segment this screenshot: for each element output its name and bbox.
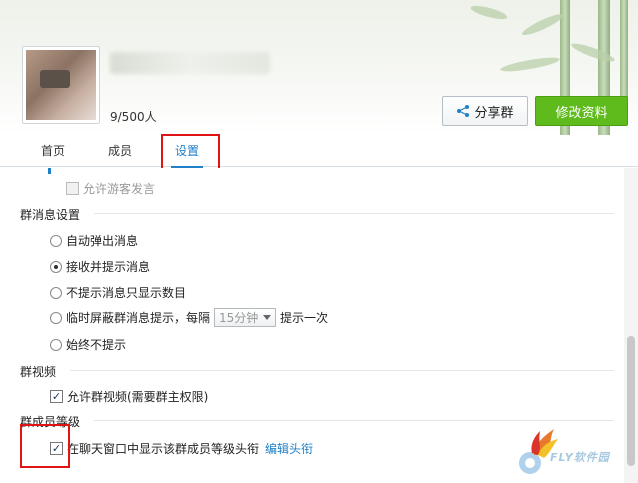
share-group-button[interactable]: 分享群 (442, 96, 528, 126)
member-count: 9/500人 (110, 110, 157, 124)
highlight-box-level-checkbox (20, 424, 70, 468)
radio-button-selected[interactable] (50, 260, 62, 273)
watermark-logo: FLY软件园 (516, 425, 626, 480)
show-level-option[interactable]: ✓ 在聊天窗口中显示该群成员等级头衔 编辑头衔 (50, 440, 313, 457)
radio-button[interactable] (50, 234, 62, 247)
tab-bar: 首页 成员 设置 (0, 136, 638, 168)
chevron-down-icon (263, 315, 272, 320)
radio-button[interactable] (50, 338, 62, 351)
radio-button[interactable] (50, 286, 62, 299)
guest-speech-checkbox[interactable] (66, 182, 79, 195)
section-divider (94, 213, 614, 214)
watermark-text: FLY软件园 (550, 451, 610, 464)
section-divider (94, 420, 614, 421)
section-divider (70, 370, 614, 371)
allow-video-checkbox[interactable]: ✓ (50, 390, 63, 403)
guest-speech-label: 允许游客发言 (83, 182, 156, 196)
edit-button-label: 修改资料 (555, 105, 608, 121)
tab-members[interactable]: 成员 (108, 136, 132, 167)
option-temp-block[interactable]: 临时屏蔽群消息提示，每隔 15分钟 提示一次 (50, 308, 328, 327)
option-label: 接收并提示消息 (66, 260, 151, 274)
option-never-notify[interactable]: 始终不提示 (50, 336, 126, 353)
edit-title-link[interactable]: 编辑头衔 (265, 440, 313, 457)
guest-speech-option[interactable]: 允许游客发言 (66, 180, 155, 197)
group-avatar[interactable] (22, 46, 100, 124)
leaf-decoration (520, 10, 566, 39)
option-auto-popup[interactable]: 自动弹出消息 (50, 232, 138, 249)
option-label: 临时屏蔽群消息提示，每隔 (66, 311, 211, 325)
radio-button[interactable] (50, 311, 62, 324)
tab-home[interactable]: 首页 (41, 136, 65, 167)
scroll-indicator (48, 168, 51, 174)
option-count-only[interactable]: 不提示消息只显示数目 (50, 284, 186, 301)
edit-profile-button[interactable]: 修改资料 (535, 96, 628, 126)
share-button-label: 分享群 (474, 105, 514, 121)
interval-select-value: 15分钟 (219, 311, 259, 325)
option-label: 自动弹出消息 (66, 234, 139, 248)
option-label: 不提示消息只显示数目 (66, 286, 187, 300)
group-video-title: 群视频 (20, 365, 57, 379)
interval-select[interactable]: 15分钟 (214, 308, 277, 327)
allow-video-option[interactable]: ✓ 允许群视频(需要群主权限) (50, 388, 208, 405)
bamboo-decoration (620, 0, 628, 110)
scrollbar-thumb[interactable] (627, 336, 635, 466)
scrollbar[interactable] (624, 168, 638, 483)
option-receive-notify[interactable]: 接收并提示消息 (50, 258, 150, 275)
leaf-decoration (469, 3, 509, 22)
allow-video-label: 允许群视频(需要群主权限) (67, 390, 209, 404)
share-icon (457, 105, 470, 117)
show-level-label: 在聊天窗口中显示该群成员等级头衔 (67, 442, 260, 456)
leaf-decoration (499, 54, 561, 75)
message-settings-title: 群消息设置 (20, 208, 81, 222)
option-label: 始终不提示 (66, 338, 127, 352)
avatar-image (26, 50, 96, 120)
group-name-blurred (110, 52, 270, 74)
option-label-suffix: 提示一次 (280, 311, 329, 325)
